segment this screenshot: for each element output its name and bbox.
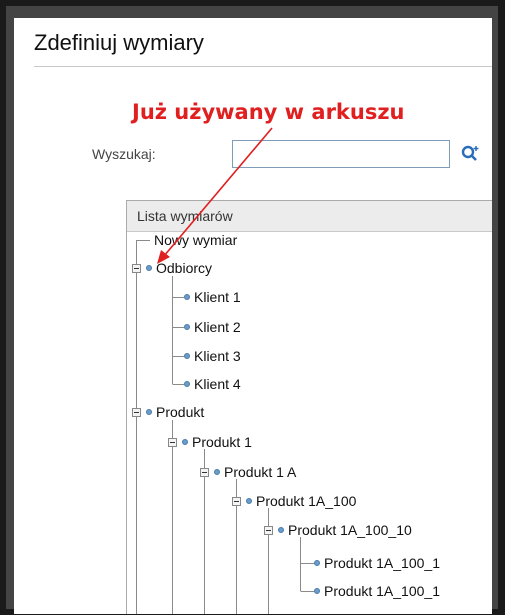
tree-node-produkt-1a-100-10[interactable]: Produkt 1A_100_10 — [288, 522, 412, 538]
node-bullet-icon — [182, 439, 188, 445]
collapse-produkt-icon[interactable] — [132, 408, 141, 417]
node-bullet-icon — [184, 324, 190, 330]
tree-node-produkt[interactable]: Produkt — [156, 404, 204, 420]
tree-connectors — [136, 240, 314, 614]
node-bullet-icon — [246, 498, 252, 504]
tree-node-klient-3[interactable]: Klient 3 — [194, 348, 241, 364]
tree-node-produkt-1a[interactable]: Produkt 1 A — [224, 464, 296, 480]
node-bullet-icon — [314, 560, 320, 566]
collapse-produkt-1-icon[interactable] — [168, 438, 177, 447]
tree-node-produkt-1a-100-cut[interactable]: Produkt 1A_100_1 — [324, 583, 440, 599]
tree-node-new-dimension[interactable]: Nowy wymiar — [154, 232, 237, 248]
tree-node-produkt-1a-100[interactable]: Produkt 1A_100 — [256, 493, 356, 509]
node-bullet-icon — [214, 469, 220, 475]
node-bullet-icon — [184, 353, 190, 359]
node-bullet-icon — [146, 265, 152, 271]
collapse-produkt-1a-100-10-icon[interactable] — [264, 526, 273, 535]
collapse-produkt-1a-icon[interactable] — [200, 468, 209, 477]
tree-node-odbiorcy[interactable]: Odbiorcy — [156, 260, 212, 276]
node-bullet-icon — [184, 294, 190, 300]
node-bullet-icon — [278, 527, 284, 533]
node-bullet-icon — [146, 409, 152, 415]
collapse-produkt-1a-100-icon[interactable] — [232, 497, 241, 506]
tree-node-produkt-1a-100-1[interactable]: Produkt 1A_100_1 — [324, 555, 440, 571]
tree-node-klient-2[interactable]: Klient 2 — [194, 319, 241, 335]
collapse-odbiorcy-icon[interactable] — [132, 264, 141, 273]
tree-node-klient-4[interactable]: Klient 4 — [194, 376, 241, 392]
node-bullet-icon — [184, 381, 190, 387]
define-dimensions-panel: Zdefiniuj wymiary Już używany w arkuszu … — [14, 18, 492, 614]
node-bullet-icon — [314, 588, 320, 594]
tree-node-klient-1[interactable]: Klient 1 — [194, 289, 241, 305]
tree-node-produkt-1[interactable]: Produkt 1 — [192, 434, 252, 450]
